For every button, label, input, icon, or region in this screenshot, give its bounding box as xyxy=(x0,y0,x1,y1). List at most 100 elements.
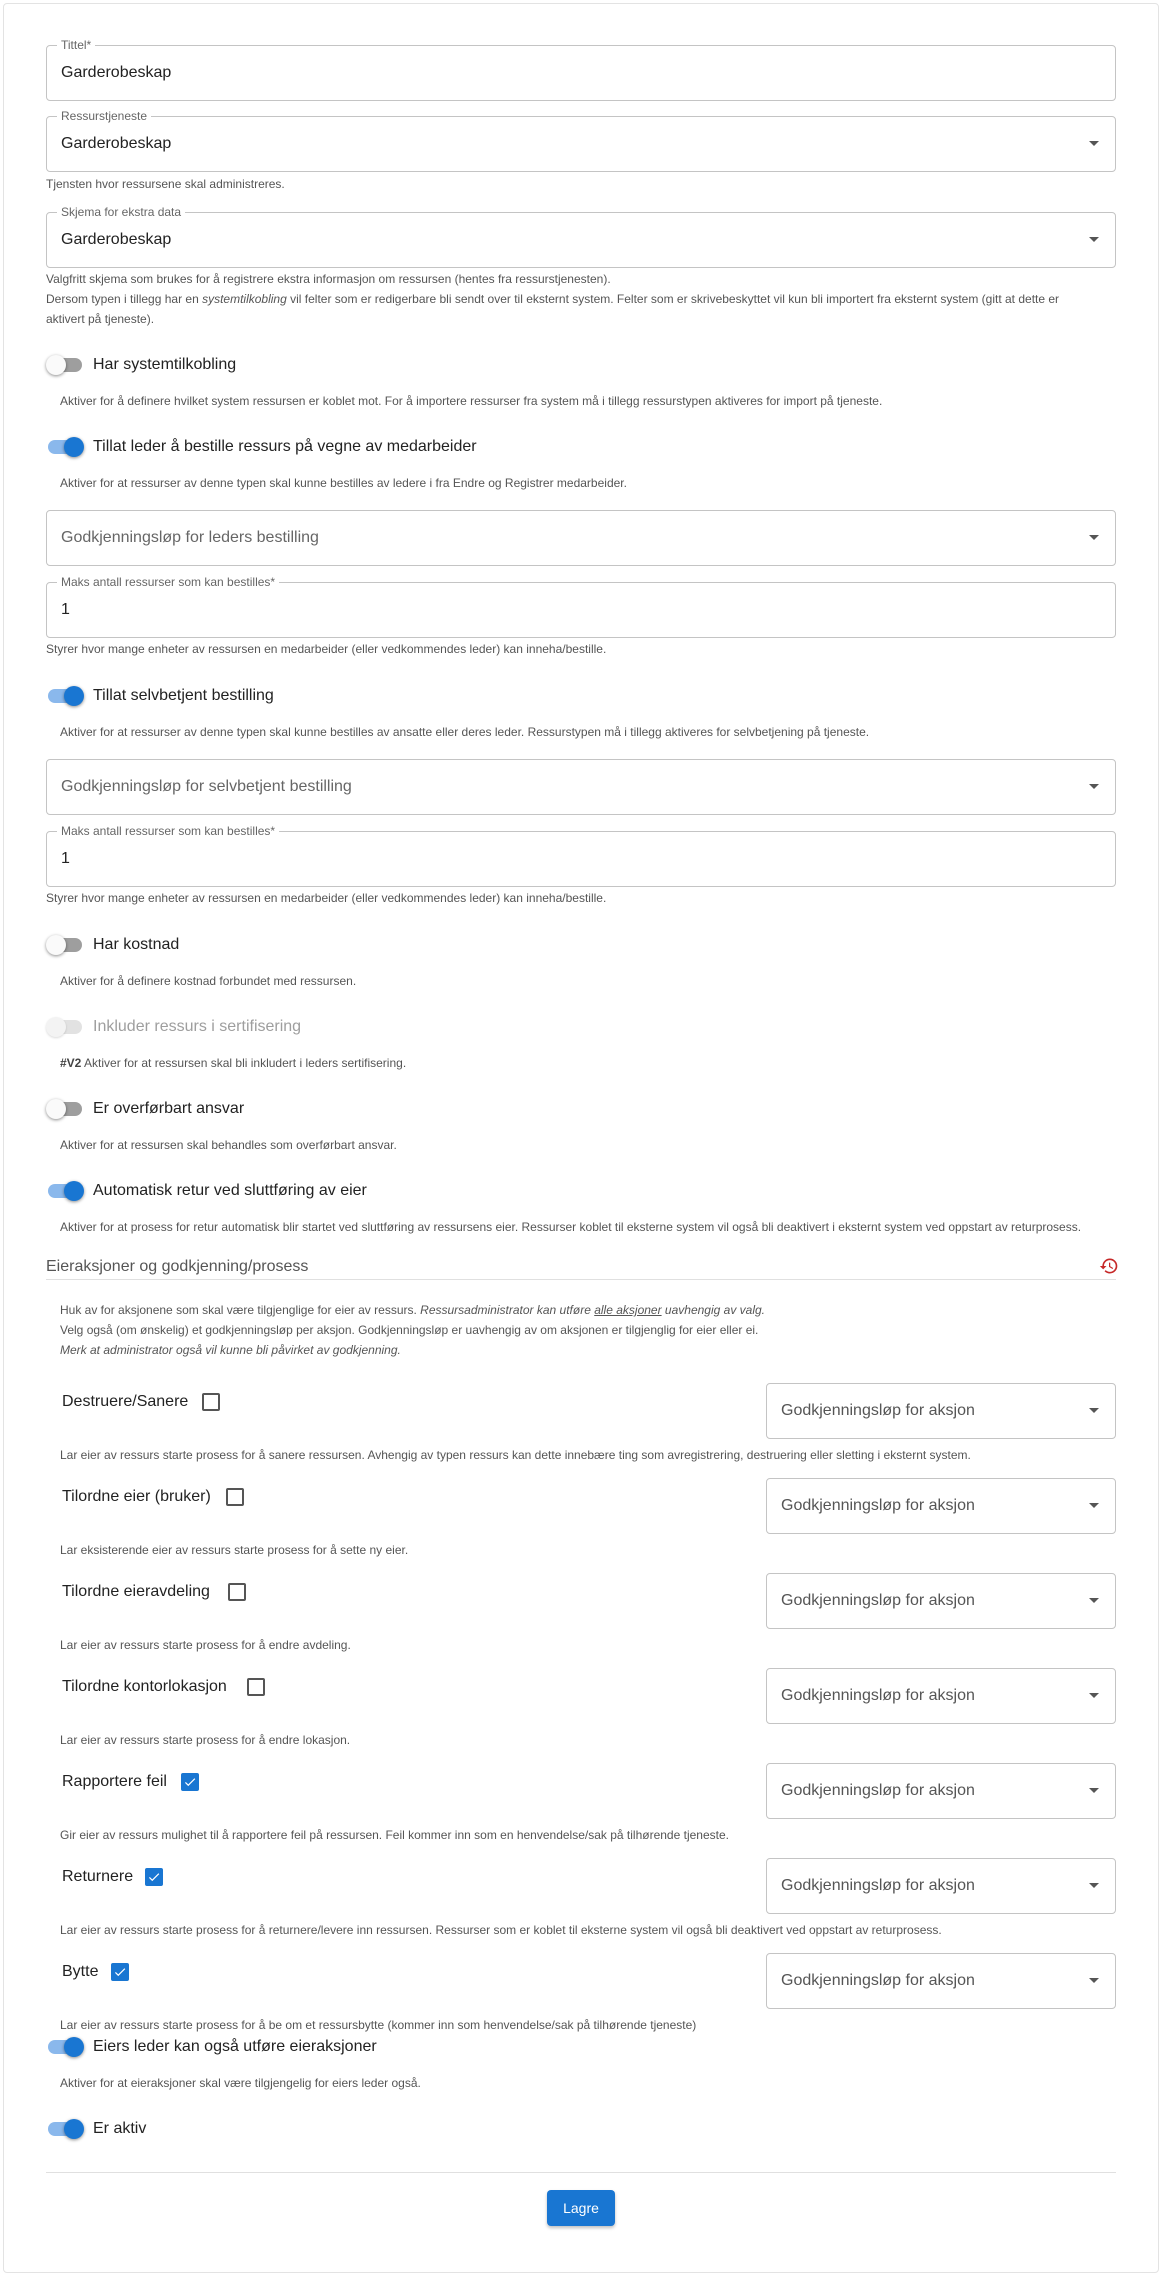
chevron-down-icon[interactable] xyxy=(1089,1788,1099,1793)
owner-actions-intro-3: Merk at administrator også vil kunne bli… xyxy=(60,1343,401,1357)
owner-action-approval-select[interactable]: Godkjenningsløp for aksjon xyxy=(766,1668,1116,1724)
manager-max-input[interactable]: Maks antall ressurser som kan bestilles*… xyxy=(46,574,1116,638)
owner-action-approval-placeholder: Godkjenningsløp for aksjon xyxy=(781,1972,975,1989)
owner-action-approval-select[interactable]: Godkjenningsløp for aksjon xyxy=(766,1763,1116,1819)
self-service-helper: Aktiver for at ressurser av denne typen … xyxy=(60,725,870,739)
resource-service-select[interactable]: Ressurstjeneste Garderobeskap xyxy=(46,108,1116,172)
owner-action-label: Tilordne kontorlokasjon xyxy=(62,1678,227,1695)
owner-action-label: Tilordne eieravdeling xyxy=(62,1583,210,1600)
owner-action-helper: Lar eier av ressurs starte prosess for å… xyxy=(60,1733,351,1747)
owner-action-approval-select[interactable]: Godkjenningsløp for aksjon xyxy=(766,1478,1116,1534)
chevron-down-icon[interactable] xyxy=(1089,237,1099,242)
manager-max-label: Maks antall ressurser som kan bestilles* xyxy=(57,574,280,590)
has-cost-toggle[interactable] xyxy=(46,935,84,955)
manager-max-helper: Styrer hvor mange enheter av ressursen e… xyxy=(46,642,607,656)
self-service-approval-placeholder: Godkjenningsløp for selvbetjent bestilli… xyxy=(61,778,352,795)
self-service-max-label: Maks antall ressurser som kan bestilles* xyxy=(57,823,280,839)
is-active-toggle[interactable] xyxy=(46,2119,84,2139)
has-cost-helper: Aktiver for å definere kostnad forbundet… xyxy=(60,974,357,988)
owner-action-label: Tilordne eier (bruker) xyxy=(62,1488,211,1505)
manager-order-toggle[interactable] xyxy=(46,437,84,457)
manager-approval-select[interactable]: Godkjenningsløp for leders bestilling xyxy=(46,510,1116,566)
owner-action-checkbox[interactable] xyxy=(202,1393,220,1411)
extra-schema-helper-3: aktivert på tjeneste). xyxy=(46,312,155,326)
has-cost-label: Har kostnad xyxy=(93,936,180,953)
chevron-down-icon[interactable] xyxy=(1089,1503,1099,1508)
certification-label: Inkluder ressurs i sertifisering xyxy=(93,1018,302,1035)
self-service-label: Tillat selvbetjent bestilling xyxy=(93,687,274,704)
self-service-approval-select[interactable]: Godkjenningsløp for selvbetjent bestilli… xyxy=(46,759,1116,815)
owner-action-helper: Lar eier av ressurs starte prosess for å… xyxy=(60,1923,942,1937)
owner-action-approval-select[interactable]: Godkjenningsløp for aksjon xyxy=(766,1383,1116,1439)
manager-max-value: 1 xyxy=(61,601,70,618)
save-button[interactable]: Lagre xyxy=(547,2190,615,2226)
owner-action-label: Bytte xyxy=(62,1963,99,1980)
transferable-toggle[interactable] xyxy=(46,1099,84,1119)
chevron-down-icon[interactable] xyxy=(1089,1978,1099,1983)
extra-schema-helper-1: Valgfritt skjema som brukes for å regist… xyxy=(46,272,611,286)
owner-action-approval-placeholder: Godkjenningsløp for aksjon xyxy=(781,1877,975,1894)
extra-schema-value: Garderobeskap xyxy=(61,231,172,248)
self-service-max-input[interactable]: Maks antall ressurser som kan bestilles*… xyxy=(46,823,1116,887)
is-active-label: Er aktiv xyxy=(93,2120,147,2137)
owner-action-helper: Lar eier av ressurs starte prosess for å… xyxy=(60,1638,351,1652)
owner-action-approval-placeholder: Godkjenningsløp for aksjon xyxy=(781,1402,975,1419)
extra-schema-helper-2: Dersom typen i tillegg har en systemtilk… xyxy=(46,292,1060,306)
owner-action-label: Returnere xyxy=(62,1868,134,1885)
manager-approval-placeholder: Godkjenningsløp for leders bestilling xyxy=(61,529,319,546)
section-divider xyxy=(46,1279,1116,1280)
check-icon xyxy=(148,1873,160,1882)
owner-action-approval-placeholder: Godkjenningsløp for aksjon xyxy=(781,1687,975,1704)
chevron-down-icon[interactable] xyxy=(1089,535,1099,540)
owner-action-label: Destruere/Sanere xyxy=(62,1393,189,1410)
manager-order-label: Tillat leder å bestille ressurs på vegne… xyxy=(93,438,477,455)
owner-action-approval-placeholder: Godkjenningsløp for aksjon xyxy=(781,1782,975,1799)
manager-owner-actions-label: Eiers leder kan også utføre eieraksjoner xyxy=(93,2038,377,2055)
certification-helper: #V2 Aktiver for at ressursen skal bli in… xyxy=(60,1056,407,1070)
auto-return-label: Automatisk retur ved sluttføring av eier xyxy=(93,1182,367,1199)
owner-actions-title: Eieraksjoner og godkjenning/prosess xyxy=(46,1258,309,1275)
owner-action-approval-select[interactable]: Godkjenningsløp for aksjon xyxy=(766,1573,1116,1629)
history-icon[interactable] xyxy=(1099,1256,1119,1276)
chevron-down-icon[interactable] xyxy=(1089,784,1099,789)
chevron-down-icon[interactable] xyxy=(1089,1693,1099,1698)
owner-action-checkbox[interactable] xyxy=(145,1868,163,1886)
title-field[interactable]: Tittel* Garderobeskap xyxy=(46,37,1116,101)
owner-actions-intro-1: Huk av for aksjonene som skal være tilgj… xyxy=(60,1303,765,1317)
owner-action-helper: Lar eier av ressurs starte prosess for å… xyxy=(60,1448,971,1462)
system-connection-toggle[interactable] xyxy=(46,355,84,375)
transferable-helper: Aktiver for at ressursen skal behandles … xyxy=(60,1138,397,1152)
certification-toggle xyxy=(46,1017,84,1037)
manager-order-helper: Aktiver for at ressurser av denne typen … xyxy=(60,476,627,490)
title-field-value: Garderobeskap xyxy=(61,64,172,81)
owner-action-approval-placeholder: Godkjenningsløp for aksjon xyxy=(781,1497,975,1514)
owner-actions-intro-2: Velg også (om ønskelig) et godkjenningsl… xyxy=(60,1323,759,1337)
self-service-toggle[interactable] xyxy=(46,686,84,706)
owner-action-checkbox[interactable] xyxy=(111,1963,129,1981)
transferable-label: Er overførbart ansvar xyxy=(93,1100,245,1117)
chevron-down-icon[interactable] xyxy=(1089,1408,1099,1413)
footer-divider xyxy=(46,2172,1116,2173)
self-service-max-value: 1 xyxy=(61,850,70,867)
owner-action-approval-placeholder: Godkjenningsløp for aksjon xyxy=(781,1592,975,1609)
owner-action-checkbox[interactable] xyxy=(247,1678,265,1696)
chevron-down-icon[interactable] xyxy=(1089,1883,1099,1888)
owner-action-approval-select[interactable]: Godkjenningsløp for aksjon xyxy=(766,1953,1116,2009)
check-icon xyxy=(114,1968,126,1977)
owner-action-checkbox[interactable] xyxy=(181,1773,199,1791)
owner-action-approval-select[interactable]: Godkjenningsløp for aksjon xyxy=(766,1858,1116,1914)
owner-action-checkbox[interactable] xyxy=(226,1488,244,1506)
resource-service-value: Garderobeskap xyxy=(61,135,172,152)
manager-owner-actions-toggle[interactable] xyxy=(46,2037,84,2057)
self-service-max-helper: Styrer hvor mange enheter av ressursen e… xyxy=(46,891,607,905)
extra-schema-select[interactable]: Skjema for ekstra data Garderobeskap xyxy=(46,204,1116,268)
manager-owner-actions-helper: Aktiver for at eieraksjoner skal være ti… xyxy=(60,2076,421,2090)
auto-return-helper: Aktiver for at prosess for retur automat… xyxy=(60,1220,1082,1234)
chevron-down-icon[interactable] xyxy=(1089,141,1099,146)
check-icon xyxy=(184,1778,196,1787)
resource-service-helper: Tjensten hvor ressursene skal administre… xyxy=(46,177,285,191)
auto-return-toggle[interactable] xyxy=(46,1181,84,1201)
owner-action-helper: Lar eier av ressurs starte prosess for å… xyxy=(60,2018,697,2032)
chevron-down-icon[interactable] xyxy=(1089,1598,1099,1603)
owner-action-checkbox[interactable] xyxy=(228,1583,246,1601)
